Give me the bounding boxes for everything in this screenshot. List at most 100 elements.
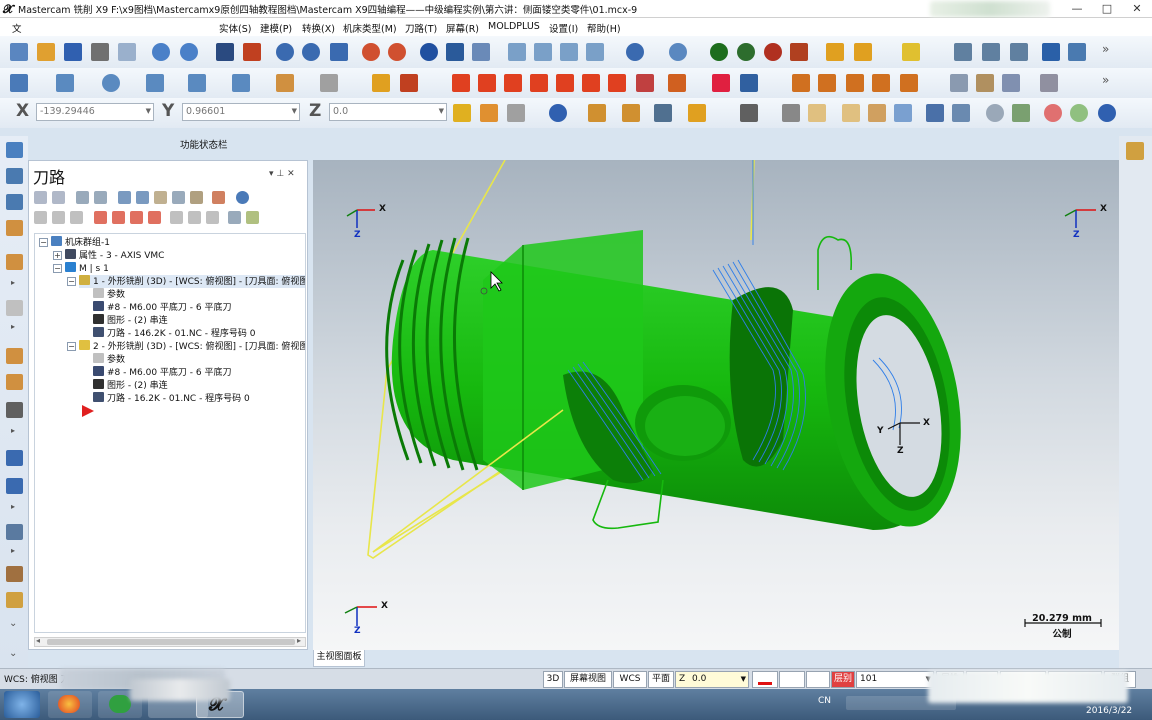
solid-box-icon[interactable] <box>792 74 810 92</box>
confirm-selection-icon[interactable] <box>1070 104 1088 122</box>
verify-mode-icon[interactable] <box>1012 104 1030 122</box>
repaint-icon[interactable] <box>243 43 261 61</box>
chevron-right-icon[interactable]: ▸ <box>11 502 15 511</box>
shading-icon[interactable] <box>710 43 728 61</box>
zoom-out-icon[interactable] <box>388 43 406 61</box>
plane-button[interactable]: 平面 <box>648 671 674 688</box>
zoom-target-icon[interactable] <box>302 43 320 61</box>
config-icon[interactable] <box>1068 43 1086 61</box>
panel-help-icon[interactable] <box>236 191 249 204</box>
tree-node-parameters[interactable]: 参数 <box>93 353 125 366</box>
insert-arrow[interactable] <box>81 405 95 418</box>
solid-view-icon[interactable] <box>1040 74 1058 92</box>
open-file-icon[interactable] <box>37 43 55 61</box>
autocursor-settings-icon[interactable] <box>480 104 498 122</box>
break-icon[interactable] <box>372 74 390 92</box>
help-2-icon[interactable] <box>1098 104 1116 122</box>
tree-node-geometry[interactable]: 图形 - (2) 串连 <box>93 314 168 327</box>
fit-screen-icon[interactable] <box>216 43 234 61</box>
solid-mesh-icon[interactable] <box>1002 74 1020 92</box>
menu-xform[interactable]: 转换(X) <box>302 21 335 35</box>
help-icon[interactable] <box>549 104 567 122</box>
xform-project-icon[interactable] <box>636 74 654 92</box>
pointer-mode-icon[interactable] <box>986 104 1004 122</box>
toggle-display-icon[interactable] <box>52 211 65 224</box>
select-only-icon[interactable] <box>622 104 640 122</box>
backplot-icon[interactable] <box>118 191 131 204</box>
lock-icon[interactable] <box>34 211 47 224</box>
xform-scale-icon[interactable] <box>530 74 548 92</box>
start-button[interactable] <box>4 691 40 718</box>
spline-icon[interactable] <box>232 74 250 92</box>
tree-node-geometry[interactable]: 图形 - (2) 串连 <box>93 379 168 392</box>
xform-array-icon[interactable] <box>608 74 626 92</box>
solid-cylinder-icon[interactable] <box>276 74 294 92</box>
toggle-posting-icon[interactable] <box>70 211 83 224</box>
dynamic-rotate-icon[interactable] <box>420 43 438 61</box>
xform-offset-icon[interactable] <box>556 74 574 92</box>
select-all-ops-icon[interactable] <box>34 191 47 204</box>
zoom-window-icon[interactable] <box>276 43 294 61</box>
y-coord-field[interactable]: 0.96601 ▼ <box>182 103 300 121</box>
view-iso-icon[interactable] <box>586 43 604 61</box>
post-icon[interactable] <box>190 191 203 204</box>
more-tools-icon[interactable]: ⌄ <box>9 618 17 629</box>
tree-node-toolpath-group[interactable]: M | s 1 <box>65 262 109 275</box>
fast-point-icon[interactable] <box>453 104 471 122</box>
ops-filter-icon[interactable] <box>246 211 259 224</box>
z-depth-field[interactable]: Z 0.0 ▼ <box>675 671 749 688</box>
tree-horizontal-scrollbar[interactable]: ◂ ▸ <box>34 636 306 647</box>
wcs-button[interactable]: WCS <box>613 671 647 688</box>
menu-settings[interactable]: 设置(I) <box>549 21 578 35</box>
tree-node-operation-1[interactable]: 1 - 外形铣削 (3D) - [WCS: 俯视图] - [刀具面: 俯视图 <box>79 275 305 288</box>
back-select-icon[interactable] <box>952 104 970 122</box>
measure-icon[interactable] <box>1010 43 1028 61</box>
rotate-icon[interactable] <box>472 43 490 61</box>
help-query-icon[interactable] <box>982 43 1000 61</box>
menu-help[interactable]: 帮助(H) <box>587 21 621 35</box>
toolpath-manager-icon[interactable] <box>740 74 758 92</box>
wireframe-shading-icon[interactable] <box>737 43 755 61</box>
input-language[interactable]: CN <box>818 696 831 706</box>
feature-select-icon[interactable] <box>926 104 944 122</box>
solid-layers-icon[interactable] <box>818 74 836 92</box>
selection-box-icon[interactable] <box>688 104 706 122</box>
wire-icon[interactable] <box>6 524 23 540</box>
select-all-icon[interactable] <box>588 104 606 122</box>
panel-pin-controls[interactable]: ▾ ⊥ ✕ <box>269 169 295 179</box>
create-line-icon[interactable] <box>56 74 74 92</box>
lathe-icon[interactable] <box>6 194 23 210</box>
analyze-icon[interactable] <box>954 43 972 61</box>
verify-ops-icon[interactable] <box>136 191 149 204</box>
view-right-icon[interactable] <box>560 43 578 61</box>
scroll-insert-icon[interactable] <box>148 211 161 224</box>
regenerate-selected-icon[interactable] <box>76 191 89 204</box>
pocket-icon[interactable] <box>6 348 23 364</box>
fillet-icon[interactable] <box>188 74 206 92</box>
open-folder-icon[interactable] <box>1126 142 1144 160</box>
rectangle-icon[interactable] <box>146 74 164 92</box>
surface-rough-icon[interactable] <box>6 402 23 418</box>
select-dirty-ops-icon[interactable] <box>52 191 65 204</box>
face-mill-icon[interactable] <box>6 374 23 390</box>
toolbar-overflow-2-icon[interactable]: » <box>1102 73 1109 87</box>
hidden-lines-icon[interactable] <box>764 43 782 61</box>
3d-toggle-button[interactable]: 3D <box>543 671 563 688</box>
level-color-button[interactable] <box>806 671 830 688</box>
tree-expander[interactable]: − <box>67 342 76 351</box>
insert-after-icon[interactable] <box>130 211 143 224</box>
unzoom-icon[interactable] <box>362 43 380 61</box>
view-sphere-icon[interactable] <box>626 43 644 61</box>
xform-rotate-icon[interactable] <box>478 74 496 92</box>
viewport-tab[interactable]: 主视图面板 <box>313 650 365 667</box>
body-select-icon[interactable] <box>894 104 912 122</box>
chevron-right-icon[interactable]: ▸ <box>11 546 15 555</box>
g1-icon[interactable] <box>172 191 185 204</box>
tree-node-parameters[interactable]: 参数 <box>93 288 125 301</box>
solid-select-icon[interactable] <box>842 104 860 122</box>
menu-moldplus[interactable]: MOLDPLUS <box>488 21 540 32</box>
chevron-down-icon[interactable]: ▼ <box>741 672 746 687</box>
more-tools-2-icon[interactable]: ⌄ <box>9 648 17 659</box>
tree-node-toolpath[interactable]: 刀路 - 146.2K - 01.NC - 程序号码 0 <box>93 327 256 340</box>
simulate-icon[interactable] <box>154 191 167 204</box>
